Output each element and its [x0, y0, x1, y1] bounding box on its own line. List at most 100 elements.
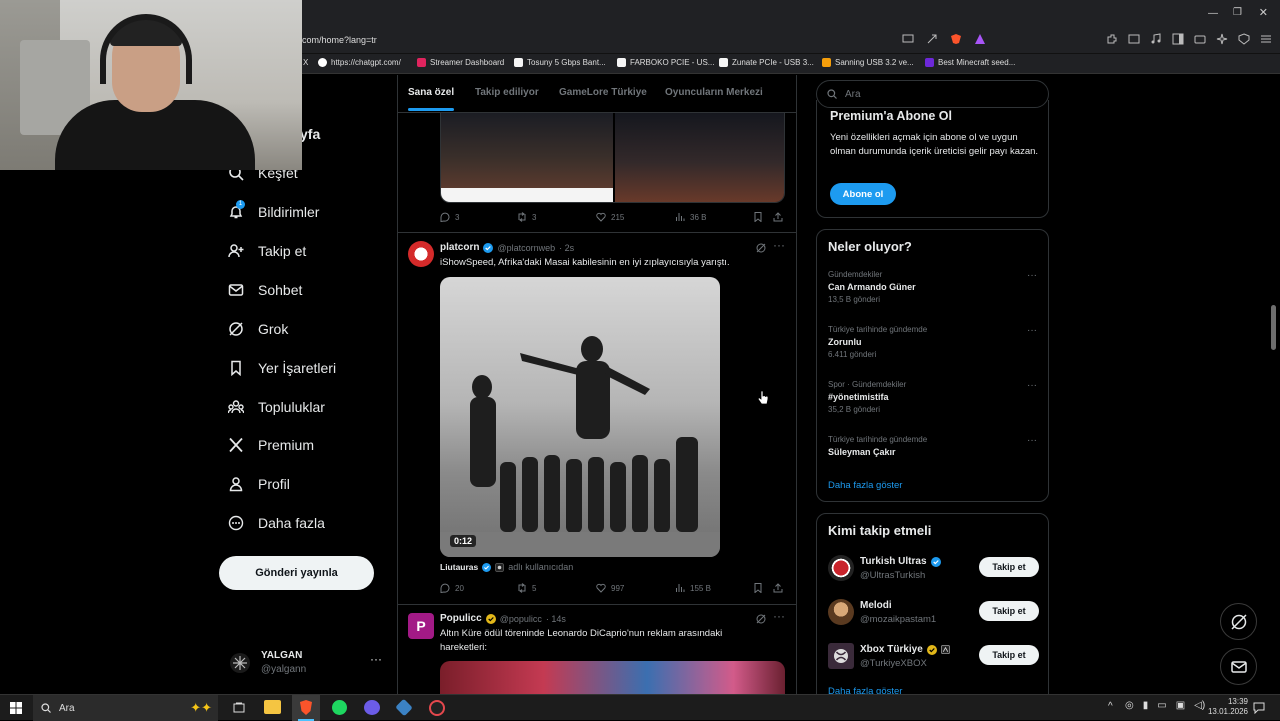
follow-name-row[interactable]: Xbox Türkiye — [860, 644, 950, 655]
extensions-icon[interactable] — [1106, 33, 1118, 45]
notification-center-icon[interactable] — [1253, 702, 1265, 714]
trend-more-icon[interactable]: ··· — [1027, 270, 1037, 281]
media-icon[interactable] — [1150, 33, 1162, 45]
restore-button[interactable]: ❐ — [1233, 7, 1242, 18]
bookmark-icon[interactable] — [753, 212, 763, 222]
author-handle[interactable]: @populicc — [500, 614, 542, 624]
file-explorer-icon[interactable] — [264, 700, 281, 714]
screenshot-icon[interactable] — [1128, 33, 1140, 45]
follow-button[interactable]: Takip et — [979, 601, 1039, 621]
views-action[interactable]: 155 B — [675, 583, 711, 593]
tab-for-you[interactable]: Sana özel — [408, 87, 454, 98]
share-icon[interactable] — [773, 583, 783, 593]
nav-grok[interactable]: Grok — [228, 321, 288, 337]
taskbar-search[interactable]: Ara ✦✦ — [33, 695, 218, 721]
trend-more-icon[interactable]: ··· — [1027, 435, 1037, 446]
monitor-icon[interactable]: ▣ — [1176, 700, 1185, 711]
like-action[interactable]: 215 — [596, 212, 624, 222]
avatar[interactable] — [828, 643, 854, 669]
trend-item[interactable]: Türkiye tarihinde gündemde Zorunlu 6.411… — [828, 325, 1038, 359]
post-time[interactable]: · 2s — [559, 243, 574, 253]
nav-home-label[interactable]: yfa — [300, 126, 320, 142]
obs-icon[interactable] — [429, 700, 445, 716]
subscribe-button[interactable]: Abone ol — [830, 183, 896, 205]
display-icon[interactable]: ▭ — [1157, 700, 1166, 711]
nav-chat[interactable]: Sohbet — [228, 282, 302, 298]
mic-icon[interactable]: ▮ — [1143, 700, 1149, 711]
leo-ai-icon[interactable] — [1216, 33, 1228, 45]
credit-name[interactable]: Liutauras — [440, 562, 478, 572]
app-icon[interactable] — [395, 698, 413, 717]
messages-float-button[interactable] — [1220, 648, 1257, 685]
grok-icon[interactable] — [756, 614, 766, 624]
grok-icon[interactable] — [756, 243, 766, 253]
video-player[interactable]: 0:12 — [440, 277, 720, 557]
discord-icon[interactable] — [364, 700, 380, 715]
like-action[interactable]: 997 — [596, 583, 624, 593]
nav-communities[interactable]: Topluluklar — [228, 399, 325, 415]
bookmark-icon[interactable] — [753, 583, 763, 593]
views-action[interactable]: 36 B — [675, 212, 706, 222]
post-more-icon[interactable]: ··· — [773, 609, 785, 623]
screen-cast-icon[interactable] — [902, 33, 914, 45]
trend-item[interactable]: Spor · Gündemdekiler #yönetimistifa 35,2… — [828, 380, 1038, 414]
trend-more-icon[interactable]: ··· — [1027, 380, 1037, 391]
post-button[interactable]: Gönderi yayınla — [219, 556, 374, 590]
brave-rewards-icon[interactable] — [974, 33, 986, 45]
share-icon[interactable] — [926, 33, 938, 45]
windows-start-icon[interactable] — [10, 702, 22, 714]
clock[interactable]: 13:39 13.01.2026 — [1198, 697, 1248, 717]
share-icon[interactable] — [773, 212, 783, 222]
follow-name[interactable]: Melodi — [860, 600, 892, 611]
minimize-button[interactable]: — — [1208, 8, 1218, 19]
post-more-icon[interactable]: ··· — [773, 238, 785, 252]
bookmark-chatgpt[interactable]: https://chatgpt.com/ — [318, 58, 401, 67]
trend-item[interactable]: Gündemdekiler Can Armando Güner 13,5 B g… — [828, 270, 1038, 304]
reply-action[interactable]: 3 — [440, 212, 459, 222]
bookmark-streamer-dashboard[interactable]: Streamer Dashboard — [417, 58, 504, 67]
trend-item[interactable]: Türkiye tarihinde gündemde Süleyman Çakı… — [828, 435, 1038, 457]
close-window-button[interactable]: ✕ — [1259, 6, 1268, 19]
tab-following[interactable]: Takip ediliyor — [475, 87, 539, 98]
follow-button[interactable]: Takip et — [979, 645, 1039, 665]
follow-show-more-link[interactable]: Daha fazla göster — [828, 686, 902, 694]
grok-float-button[interactable] — [1220, 603, 1257, 640]
bookmark-x[interactable]: X — [303, 58, 308, 67]
brave-taskbar-active[interactable] — [292, 695, 320, 721]
previous-post-media[interactable] — [440, 113, 785, 203]
follow-name-row[interactable]: Turkish Ultras — [860, 556, 941, 567]
author-handle[interactable]: @platcornweb — [497, 243, 555, 253]
author-name[interactable]: platcorn — [440, 242, 479, 253]
bookmark-minecraft[interactable]: Best Minecraft seed... — [925, 58, 1015, 67]
network-icon[interactable]: ◎ — [1125, 700, 1134, 711]
nav-follow[interactable]: Takip et — [228, 243, 306, 259]
nav-notifications[interactable]: 1 Bildirimler — [228, 200, 319, 220]
author-avatar[interactable]: P — [408, 613, 434, 639]
sidebar-toggle-icon[interactable] — [1172, 33, 1184, 45]
repost-action[interactable]: 3 — [517, 212, 536, 222]
task-view-icon[interactable] — [233, 702, 245, 714]
post-media[interactable] — [440, 661, 785, 694]
bookmark-sanning[interactable]: Sanning USB 3.2 ve... — [822, 58, 914, 67]
tab-oyuncularin-merkezi[interactable]: Oyuncuların Merkezi — [665, 87, 763, 98]
trends-show-more-link[interactable]: Daha fazla göster — [828, 480, 902, 491]
menu-icon[interactable] — [1260, 33, 1272, 45]
nav-premium[interactable]: Premium — [228, 437, 314, 453]
page-scrollbar-thumb[interactable] — [1271, 305, 1276, 350]
nav-bookmarks[interactable]: Yer İşaretleri — [228, 360, 336, 376]
vpn-icon[interactable] — [1238, 33, 1250, 45]
bookmark-tosuny[interactable]: Tosuny 5 Gbps Bant... — [514, 58, 606, 67]
post-time[interactable]: · 14s — [546, 614, 566, 624]
tray-expand-icon[interactable]: ^ — [1108, 701, 1113, 712]
avatar[interactable] — [828, 555, 854, 581]
tab-gamelore[interactable]: GameLore Türkiye — [559, 87, 647, 98]
bookmark-zunate[interactable]: Zunate PCIe - USB 3... — [719, 58, 814, 67]
trend-more-icon[interactable]: ··· — [1027, 325, 1037, 336]
bookmark-farboko[interactable]: FARBOKO PCIE - US... — [617, 58, 714, 67]
author-avatar[interactable] — [408, 241, 434, 267]
account-switcher[interactable]: YALGAN @yalgann ··· — [228, 646, 388, 682]
url-field[interactable]: com/home?lang=tr — [302, 35, 377, 45]
brave-shield-icon[interactable] — [950, 33, 962, 45]
reply-action[interactable]: 20 — [440, 583, 464, 593]
nav-profile[interactable]: Profil — [228, 476, 290, 492]
